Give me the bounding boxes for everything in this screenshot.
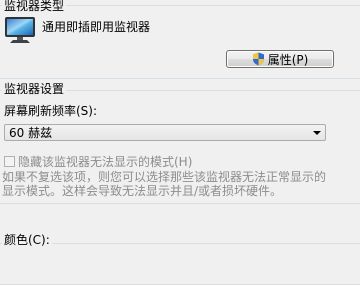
monitor-type-group-title: 监视器类型 xyxy=(2,0,67,13)
refresh-rate-label: 屏幕刷新频率(S): xyxy=(4,104,98,118)
description-line-2: 显示模式。这样会导致无法显示并且/或者损坏硬件。 xyxy=(2,184,283,198)
monitor-name-label: 通用即插即用监视器 xyxy=(42,20,151,34)
refresh-rate-select[interactable]: 60 赫兹 xyxy=(4,124,326,141)
hide-modes-checkbox-label: 隐藏该监视器无法显示的模式(H) xyxy=(18,155,193,169)
monitor-icon xyxy=(5,17,35,43)
chevron-down-icon xyxy=(313,131,321,135)
hide-modes-checkbox[interactable] xyxy=(4,156,15,167)
refresh-rate-value: 60 赫兹 xyxy=(9,126,53,140)
colors-group-title: 颜色(C): xyxy=(2,233,52,247)
uac-shield-icon xyxy=(252,52,264,66)
properties-button-label: 属性(P) xyxy=(267,52,309,67)
description-line-1: 如果不复选该项，则您可以选择那些该监视器无法正常显示的 xyxy=(2,170,327,184)
monitor-settings-group-title: 监视器设置 xyxy=(2,82,67,96)
colors-group xyxy=(0,243,360,285)
properties-button[interactable]: 属性(P) xyxy=(226,50,334,68)
